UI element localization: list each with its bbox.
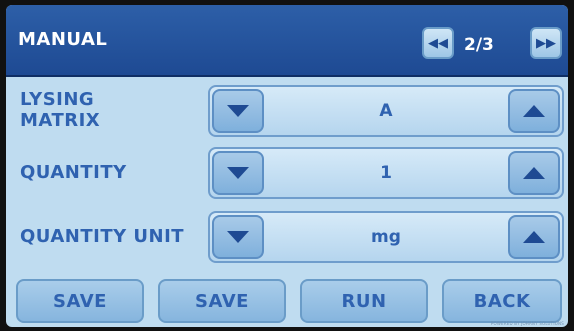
run-button[interactable]: RUN (300, 279, 428, 323)
double-chevron-left-icon: ◀◀ (428, 35, 448, 51)
double-chevron-right-icon: ▶▶ (536, 35, 556, 51)
lysing-matrix-value: A (379, 101, 393, 121)
triangle-down-icon (227, 105, 249, 117)
triangle-down-icon (227, 167, 249, 179)
triangle-up-icon (523, 231, 545, 243)
lysing-matrix-label: LYSING MATRIX (20, 89, 100, 131)
quantity-unit-decrement-button[interactable] (212, 215, 264, 259)
quantity-label: QUANTITY (20, 162, 127, 183)
quantity-selector: 1 (208, 147, 564, 199)
next-page-button[interactable]: ▶▶ (530, 27, 562, 59)
save-button-1[interactable]: SAVE (16, 279, 144, 323)
save-button-2[interactable]: SAVE (158, 279, 286, 323)
triangle-down-icon (227, 231, 249, 243)
touch-screen: MANUAL ◀◀ 2/3 ▶▶ LYSING MATRIX A QUANTIT… (6, 5, 568, 327)
page-indicator: 2/3 (464, 35, 494, 55)
quantity-increment-button[interactable] (508, 151, 560, 195)
lysing-matrix-increment-button[interactable] (508, 89, 560, 133)
quantity-value: 1 (380, 163, 392, 183)
quantity-decrement-button[interactable] (212, 151, 264, 195)
header-bar: MANUAL ◀◀ 2/3 ▶▶ (6, 5, 568, 77)
back-button[interactable]: BACK (442, 279, 562, 323)
triangle-up-icon (523, 167, 545, 179)
triangle-up-icon (523, 105, 545, 117)
lysing-matrix-label-line1: LYSING (20, 89, 95, 110)
powered-by-text: POWERED BY JOHANY SOLUTIONS (490, 321, 564, 326)
lysing-matrix-label-line2: MATRIX (20, 110, 101, 131)
quantity-unit-selector: mg (208, 211, 564, 263)
quantity-unit-value: mg (371, 227, 401, 247)
screen-title: MANUAL (18, 29, 108, 50)
quantity-unit-label: QUANTITY UNIT (20, 226, 185, 247)
previous-page-button[interactable]: ◀◀ (422, 27, 454, 59)
quantity-unit-increment-button[interactable] (508, 215, 560, 259)
lysing-matrix-decrement-button[interactable] (212, 89, 264, 133)
lysing-matrix-selector: A (208, 85, 564, 137)
